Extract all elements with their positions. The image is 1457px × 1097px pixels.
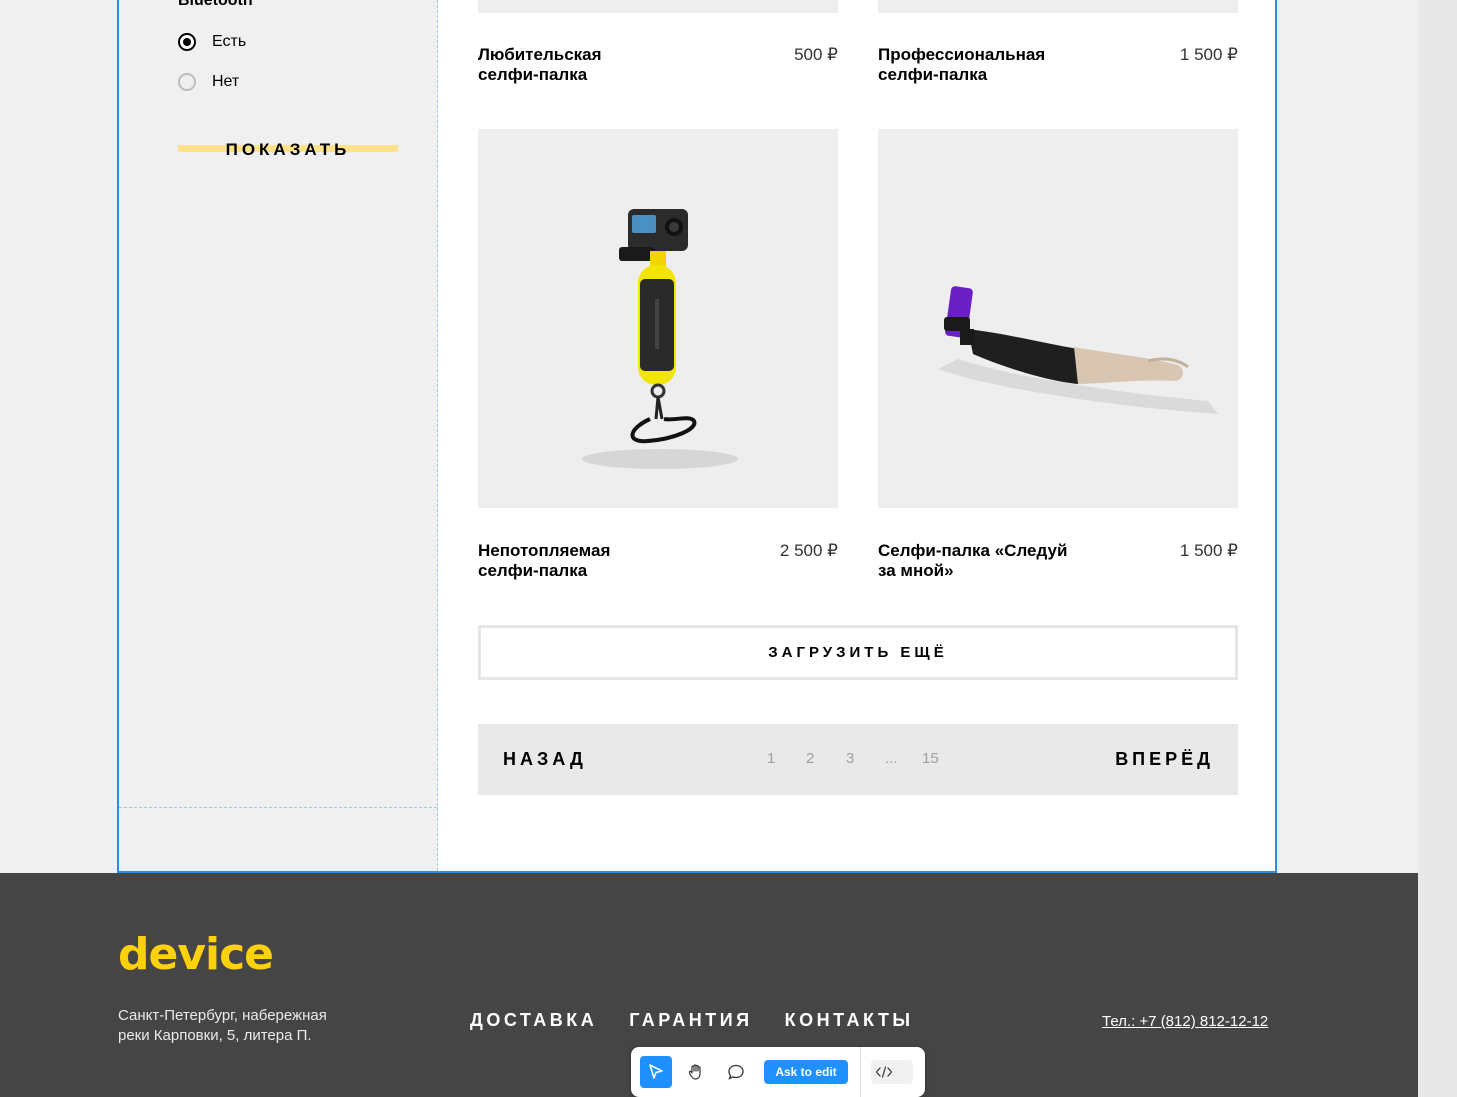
- pointer-icon: [649, 1064, 663, 1079]
- footer-phone-link[interactable]: Тел.: +7 (812) 812-12-12: [1102, 1013, 1268, 1030]
- comment-tool-button[interactable]: [720, 1056, 752, 1088]
- code-icon: [875, 1066, 893, 1078]
- editor-toolbar: Ask to edit: [631, 1047, 925, 1097]
- selection-frame: [117, 0, 1277, 873]
- footer-nav-contacts[interactable]: КОНТАКТЫ: [785, 1010, 914, 1031]
- pointer-tool-button[interactable]: [640, 1056, 672, 1088]
- footer-nav-warranty[interactable]: ГАРАНТИЯ: [629, 1010, 752, 1031]
- device-logo[interactable]: device: [118, 929, 274, 980]
- address-line: Санкт-Петербург, набережная: [118, 1007, 327, 1024]
- footer-address: Санкт-Петербург, набережная реки Карповк…: [118, 1006, 378, 1046]
- code-view-toggle[interactable]: [871, 1060, 913, 1084]
- hand-tool-button[interactable]: [680, 1056, 712, 1088]
- footer-nav-delivery[interactable]: ДОСТАВКА: [470, 1010, 597, 1031]
- hand-icon: [688, 1064, 701, 1080]
- comment-icon: [728, 1064, 744, 1080]
- page: Bluetooth Есть Нет ПОКАЗАТЬ Любительская…: [0, 0, 1418, 1097]
- window-scrollbar[interactable]: [1418, 0, 1457, 1097]
- address-line: реки Карповки, 5, литера П.: [118, 1027, 312, 1044]
- ask-to-edit-button[interactable]: Ask to edit: [764, 1060, 848, 1084]
- footer-nav: ДОСТАВКА ГАРАНТИЯ КОНТАКТЫ: [470, 1010, 914, 1031]
- toolbar-divider: [860, 1047, 861, 1097]
